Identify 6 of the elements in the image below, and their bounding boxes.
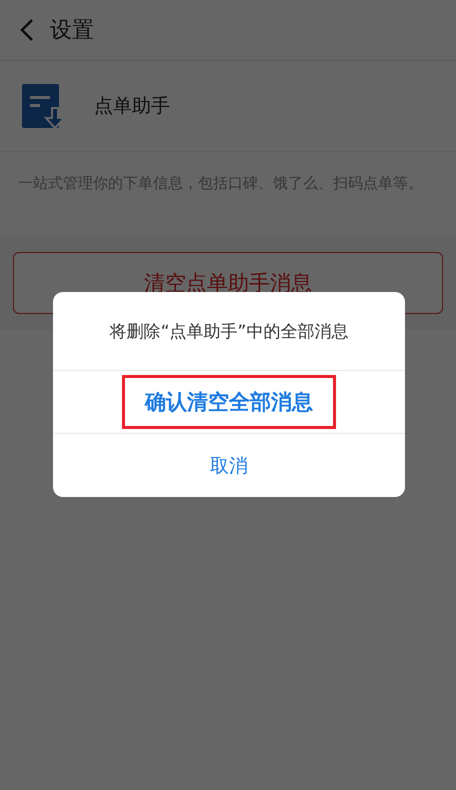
confirm-button[interactable]: 确认清空全部消息 (122, 375, 336, 429)
page-title: 设置 (50, 17, 94, 45)
dialog-message: 将删除“点单助手”中的全部消息 (110, 320, 348, 342)
back-icon[interactable] (20, 18, 34, 42)
cancel-button[interactable]: 取消 (187, 440, 271, 492)
app-name: 点单助手 (94, 94, 170, 119)
